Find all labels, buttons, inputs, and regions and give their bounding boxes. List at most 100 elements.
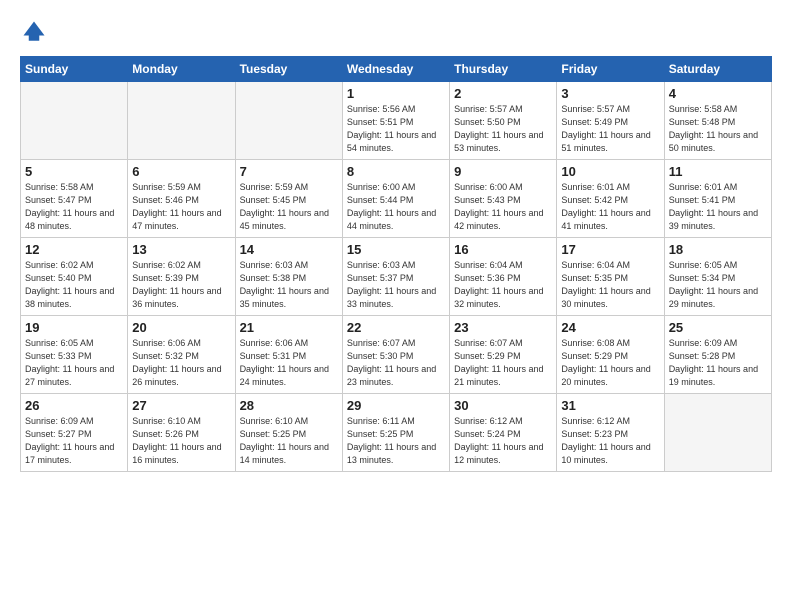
- weekday-header: Thursday: [450, 57, 557, 82]
- weekday-header: Monday: [128, 57, 235, 82]
- calendar-cell: 2 Sunrise: 5:57 AMSunset: 5:50 PMDaylight…: [450, 82, 557, 160]
- calendar-cell: [21, 82, 128, 160]
- weekday-header: Wednesday: [342, 57, 449, 82]
- calendar-cell: 31Sunrise: 6:12 AMSunset: 5:23 PMDayligh…: [557, 394, 664, 472]
- day-number: 27: [132, 398, 230, 413]
- calendar-week-row: 5 Sunrise: 5:58 AMSunset: 5:47 PMDaylight…: [21, 160, 772, 238]
- day-info: Sunrise: 6:00 AMSunset: 5:43 PMDaylight:…: [454, 181, 552, 233]
- calendar-cell: 17Sunrise: 6:04 AMSunset: 5:35 PMDayligh…: [557, 238, 664, 316]
- weekday-header: Saturday: [664, 57, 771, 82]
- day-number: 24: [561, 320, 659, 335]
- day-number: 20: [132, 320, 230, 335]
- day-info: Sunrise: 6:09 AMSunset: 5:27 PMDaylight:…: [25, 415, 123, 467]
- day-info: Sunrise: 6:10 AMSunset: 5:25 PMDaylight:…: [240, 415, 338, 467]
- calendar-cell: 26 Sunrise: 6:09 AMSunset: 5:27 PMDayligh…: [21, 394, 128, 472]
- calendar-cell: [128, 82, 235, 160]
- day-info: Sunrise: 6:08 AMSunset: 5:29 PMDaylight:…: [561, 337, 659, 389]
- day-info: Sunrise: 6:12 AMSunset: 5:23 PMDaylight:…: [561, 415, 659, 467]
- day-info: Sunrise: 5:59 AMSunset: 5:45 PMDaylight:…: [240, 181, 338, 233]
- day-info: Sunrise: 6:11 AMSunset: 5:25 PMDaylight:…: [347, 415, 445, 467]
- day-number: 16: [454, 242, 552, 257]
- calendar-cell: 11 Sunrise: 6:01 AMSunset: 5:41 PMDayligh…: [664, 160, 771, 238]
- calendar-cell: 16Sunrise: 6:04 AMSunset: 5:36 PMDayligh…: [450, 238, 557, 316]
- calendar-cell: 21 Sunrise: 6:06 AMSunset: 5:31 PMDayligh…: [235, 316, 342, 394]
- calendar-cell: 27 Sunrise: 6:10 AMSunset: 5:26 PMDayligh…: [128, 394, 235, 472]
- calendar-cell: 4 Sunrise: 5:58 AMSunset: 5:48 PMDaylight…: [664, 82, 771, 160]
- calendar: SundayMondayTuesdayWednesdayThursdayFrid…: [20, 56, 772, 472]
- calendar-cell: 30Sunrise: 6:12 AMSunset: 5:24 PMDayligh…: [450, 394, 557, 472]
- day-info: Sunrise: 5:57 AMSunset: 5:50 PMDaylight:…: [454, 103, 552, 155]
- calendar-cell: 28 Sunrise: 6:10 AMSunset: 5:25 PMDayligh…: [235, 394, 342, 472]
- weekday-header: Tuesday: [235, 57, 342, 82]
- day-number: 10: [561, 164, 659, 179]
- day-info: Sunrise: 6:05 AMSunset: 5:34 PMDaylight:…: [669, 259, 767, 311]
- day-info: Sunrise: 5:56 AMSunset: 5:51 PMDaylight:…: [347, 103, 445, 155]
- day-number: 19: [25, 320, 123, 335]
- day-number: 25: [669, 320, 767, 335]
- calendar-cell: 29 Sunrise: 6:11 AMSunset: 5:25 PMDayligh…: [342, 394, 449, 472]
- calendar-week-row: 26 Sunrise: 6:09 AMSunset: 5:27 PMDayligh…: [21, 394, 772, 472]
- calendar-cell: 20 Sunrise: 6:06 AMSunset: 5:32 PMDayligh…: [128, 316, 235, 394]
- day-info: Sunrise: 6:00 AMSunset: 5:44 PMDaylight:…: [347, 181, 445, 233]
- calendar-cell: 24 Sunrise: 6:08 AMSunset: 5:29 PMDayligh…: [557, 316, 664, 394]
- day-info: Sunrise: 6:02 AMSunset: 5:40 PMDaylight:…: [25, 259, 123, 311]
- day-info: Sunrise: 6:03 AMSunset: 5:38 PMDaylight:…: [240, 259, 338, 311]
- day-number: 5: [25, 164, 123, 179]
- calendar-cell: 6 Sunrise: 5:59 AMSunset: 5:46 PMDaylight…: [128, 160, 235, 238]
- header: [20, 18, 772, 46]
- logo-icon: [20, 18, 48, 46]
- day-number: 2: [454, 86, 552, 101]
- day-number: 4: [669, 86, 767, 101]
- day-number: 18: [669, 242, 767, 257]
- weekday-header: Friday: [557, 57, 664, 82]
- page: SundayMondayTuesdayWednesdayThursdayFrid…: [0, 0, 792, 612]
- day-info: Sunrise: 6:01 AMSunset: 5:41 PMDaylight:…: [669, 181, 767, 233]
- day-number: 14: [240, 242, 338, 257]
- calendar-cell: 5 Sunrise: 5:58 AMSunset: 5:47 PMDaylight…: [21, 160, 128, 238]
- day-number: 1: [347, 86, 445, 101]
- day-number: 7: [240, 164, 338, 179]
- day-info: Sunrise: 5:58 AMSunset: 5:48 PMDaylight:…: [669, 103, 767, 155]
- day-info: Sunrise: 6:09 AMSunset: 5:28 PMDaylight:…: [669, 337, 767, 389]
- day-info: Sunrise: 6:07 AMSunset: 5:29 PMDaylight:…: [454, 337, 552, 389]
- day-number: 12: [25, 242, 123, 257]
- day-info: Sunrise: 6:07 AMSunset: 5:30 PMDaylight:…: [347, 337, 445, 389]
- day-info: Sunrise: 6:01 AMSunset: 5:42 PMDaylight:…: [561, 181, 659, 233]
- calendar-cell: 15Sunrise: 6:03 AMSunset: 5:37 PMDayligh…: [342, 238, 449, 316]
- calendar-week-row: 1 Sunrise: 5:56 AMSunset: 5:51 PMDaylight…: [21, 82, 772, 160]
- day-info: Sunrise: 6:06 AMSunset: 5:32 PMDaylight:…: [132, 337, 230, 389]
- calendar-week-row: 19Sunrise: 6:05 AMSunset: 5:33 PMDayligh…: [21, 316, 772, 394]
- day-info: Sunrise: 5:58 AMSunset: 5:47 PMDaylight:…: [25, 181, 123, 233]
- calendar-week-row: 12 Sunrise: 6:02 AMSunset: 5:40 PMDayligh…: [21, 238, 772, 316]
- calendar-cell: 8 Sunrise: 6:00 AMSunset: 5:44 PMDaylight…: [342, 160, 449, 238]
- weekday-header: Sunday: [21, 57, 128, 82]
- calendar-cell: [664, 394, 771, 472]
- day-info: Sunrise: 6:12 AMSunset: 5:24 PMDaylight:…: [454, 415, 552, 467]
- calendar-cell: 1 Sunrise: 5:56 AMSunset: 5:51 PMDaylight…: [342, 82, 449, 160]
- day-number: 15: [347, 242, 445, 257]
- weekday-header-row: SundayMondayTuesdayWednesdayThursdayFrid…: [21, 57, 772, 82]
- day-number: 9: [454, 164, 552, 179]
- day-number: 13: [132, 242, 230, 257]
- calendar-cell: 10 Sunrise: 6:01 AMSunset: 5:42 PMDayligh…: [557, 160, 664, 238]
- day-number: 8: [347, 164, 445, 179]
- day-number: 29: [347, 398, 445, 413]
- day-info: Sunrise: 6:02 AMSunset: 5:39 PMDaylight:…: [132, 259, 230, 311]
- logo: [20, 18, 52, 46]
- day-number: 11: [669, 164, 767, 179]
- calendar-cell: 14 Sunrise: 6:03 AMSunset: 5:38 PMDayligh…: [235, 238, 342, 316]
- calendar-cell: 25 Sunrise: 6:09 AMSunset: 5:28 PMDayligh…: [664, 316, 771, 394]
- day-info: Sunrise: 6:10 AMSunset: 5:26 PMDaylight:…: [132, 415, 230, 467]
- calendar-cell: 22Sunrise: 6:07 AMSunset: 5:30 PMDayligh…: [342, 316, 449, 394]
- calendar-cell: 23Sunrise: 6:07 AMSunset: 5:29 PMDayligh…: [450, 316, 557, 394]
- calendar-cell: 18 Sunrise: 6:05 AMSunset: 5:34 PMDayligh…: [664, 238, 771, 316]
- day-number: 26: [25, 398, 123, 413]
- day-info: Sunrise: 5:59 AMSunset: 5:46 PMDaylight:…: [132, 181, 230, 233]
- calendar-cell: [235, 82, 342, 160]
- calendar-cell: 19Sunrise: 6:05 AMSunset: 5:33 PMDayligh…: [21, 316, 128, 394]
- day-info: Sunrise: 6:06 AMSunset: 5:31 PMDaylight:…: [240, 337, 338, 389]
- day-number: 6: [132, 164, 230, 179]
- day-number: 28: [240, 398, 338, 413]
- calendar-cell: 12 Sunrise: 6:02 AMSunset: 5:40 PMDayligh…: [21, 238, 128, 316]
- day-number: 21: [240, 320, 338, 335]
